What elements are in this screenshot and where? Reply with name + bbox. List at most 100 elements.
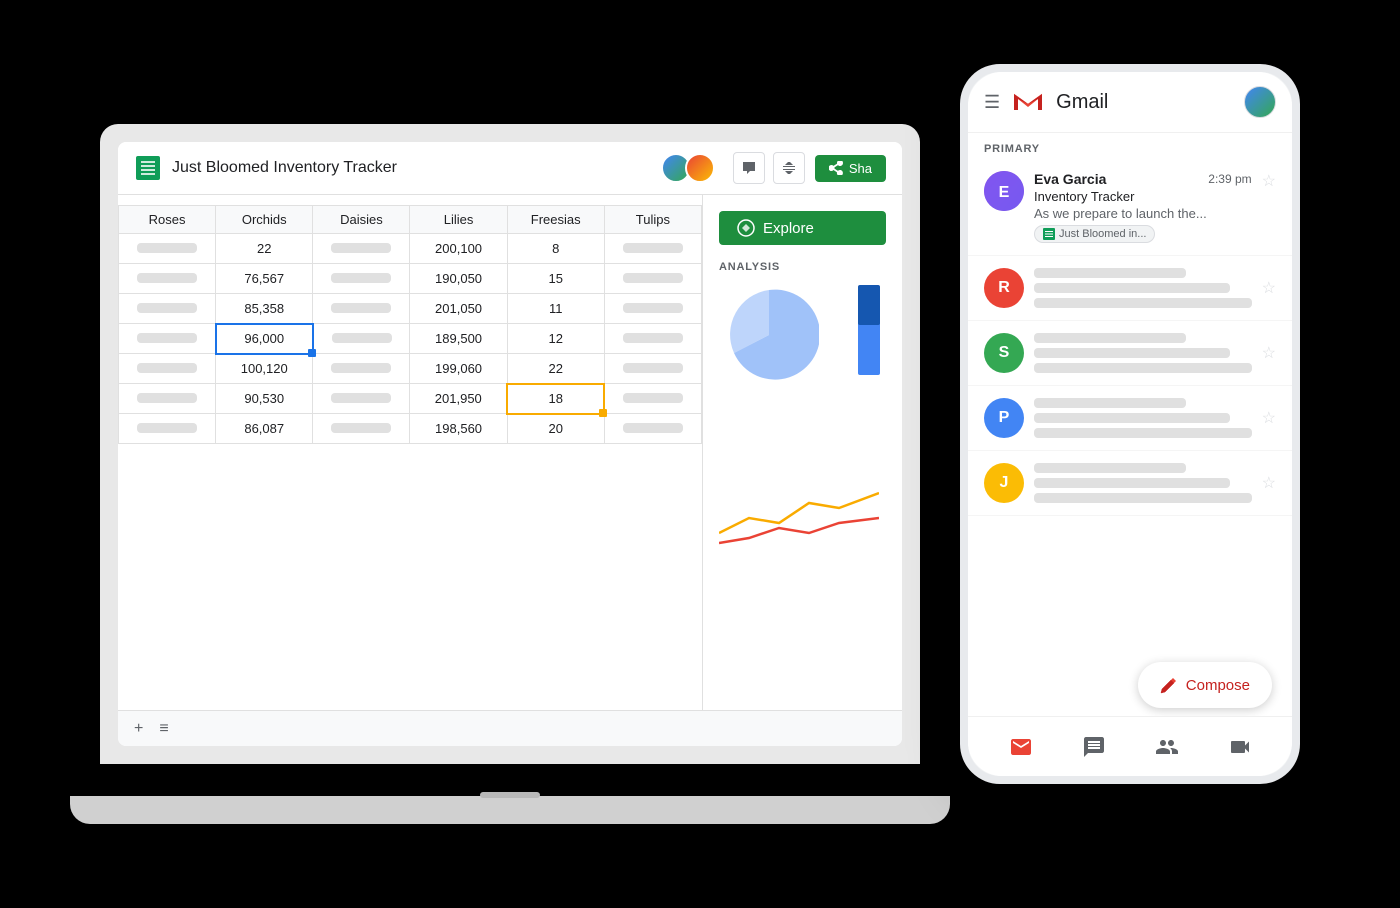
cell[interactable]: 11 xyxy=(507,294,604,324)
cell[interactable] xyxy=(604,324,701,354)
cell[interactable] xyxy=(119,294,216,324)
email-chip[interactable]: Just Bloomed in... xyxy=(1034,225,1155,243)
fill-handle-blue[interactable] xyxy=(308,349,316,357)
sheets-list-icon[interactable]: ≡ xyxy=(159,720,168,738)
nav-video-icon[interactable] xyxy=(1228,735,1252,759)
cell[interactable]: 201,050 xyxy=(410,294,507,324)
col-roses[interactable]: Roses xyxy=(119,206,216,234)
email-preview: As we prepare to launch the... xyxy=(1034,206,1252,221)
compose-button[interactable]: Compose xyxy=(1138,662,1272,708)
cell-selected-blue[interactable]: 96,000 xyxy=(216,324,313,354)
email-row-p[interactable]: P ☆ xyxy=(968,386,1292,451)
move-icon[interactable] xyxy=(773,152,805,184)
col-daisies[interactable]: Daisies xyxy=(313,206,410,234)
cell[interactable] xyxy=(119,324,216,354)
cell[interactable]: 8 xyxy=(507,234,604,264)
table-wrapper: Roses Orchids Daisies Lilies Freesias Tu… xyxy=(118,195,702,454)
cell[interactable] xyxy=(119,384,216,414)
star-icon-p[interactable]: ☆ xyxy=(1262,408,1276,428)
cell[interactable] xyxy=(313,414,410,444)
cell[interactable]: 189,500 xyxy=(410,324,507,354)
phone: ☰ Gmail PRIMARY xyxy=(960,64,1300,784)
cell[interactable] xyxy=(119,414,216,444)
nav-meet-icon[interactable] xyxy=(1155,735,1179,759)
gmail-title: Gmail xyxy=(1056,91,1232,114)
star-icon-eva[interactable]: ☆ xyxy=(1262,171,1276,191)
avatar-j: J xyxy=(984,463,1024,503)
cell[interactable] xyxy=(119,354,216,384)
cell[interactable] xyxy=(119,264,216,294)
share-label: Sha xyxy=(849,161,872,176)
col-tulips[interactable]: Tulips xyxy=(604,206,701,234)
cell[interactable] xyxy=(604,414,701,444)
cell[interactable]: 199,060 xyxy=(410,354,507,384)
compose-label: Compose xyxy=(1186,677,1250,694)
col-freesias[interactable]: Freesias xyxy=(507,206,604,234)
nav-chat-icon[interactable] xyxy=(1082,735,1106,759)
cell[interactable]: 190,050 xyxy=(410,264,507,294)
line xyxy=(1034,428,1252,438)
line xyxy=(1034,283,1230,293)
email-item-featured[interactable]: E Eva Garcia 2:39 pm Inventory Tracker A… xyxy=(968,161,1292,256)
cell[interactable]: 201,950 xyxy=(410,384,507,414)
generic-lines-p xyxy=(1034,398,1252,438)
gmail-logo xyxy=(1012,90,1044,114)
fill-handle-yellow[interactable] xyxy=(599,409,607,417)
email-row-s[interactable]: S ☆ xyxy=(968,321,1292,386)
header-row: Roses Orchids Daisies Lilies Freesias Tu… xyxy=(119,206,702,234)
col-lilies[interactable]: Lilies xyxy=(410,206,507,234)
star-icon-j[interactable]: ☆ xyxy=(1262,473,1276,493)
toolbar-icons xyxy=(733,152,805,184)
cell-selected-yellow[interactable]: 18 xyxy=(507,384,604,414)
email-row-r[interactable]: R ☆ xyxy=(968,256,1292,321)
cell[interactable] xyxy=(313,294,410,324)
generic-lines-j xyxy=(1034,463,1252,503)
cell[interactable]: 200,100 xyxy=(410,234,507,264)
cell[interactable]: 100,120 xyxy=(216,354,313,384)
cell[interactable]: 76,567 xyxy=(216,264,313,294)
user-avatar[interactable] xyxy=(1244,86,1276,118)
cell[interactable] xyxy=(604,234,701,264)
add-sheet-icon[interactable]: + xyxy=(134,720,143,738)
cell[interactable]: 86,087 xyxy=(216,414,313,444)
line xyxy=(1034,478,1230,488)
share-button[interactable]: Sha xyxy=(815,155,886,182)
cell[interactable] xyxy=(604,384,701,414)
cell[interactable] xyxy=(313,384,410,414)
cell[interactable]: 90,530 xyxy=(216,384,313,414)
cell[interactable]: 22 xyxy=(507,354,604,384)
cell[interactable] xyxy=(313,234,410,264)
star-icon-r[interactable]: ☆ xyxy=(1262,278,1276,298)
avatar-2 xyxy=(685,153,715,183)
pie-chart xyxy=(719,285,819,385)
email-row-j[interactable]: J ☆ xyxy=(968,451,1292,516)
line xyxy=(1034,398,1186,408)
col-orchids[interactable]: Orchids xyxy=(216,206,313,234)
cell[interactable] xyxy=(313,354,410,384)
laptop-screen: Just Bloomed Inventory Tracker xyxy=(118,142,902,746)
cell[interactable] xyxy=(604,264,701,294)
cell[interactable]: 198,560 xyxy=(410,414,507,444)
cell[interactable] xyxy=(604,354,701,384)
cell[interactable]: 20 xyxy=(507,414,604,444)
cell[interactable] xyxy=(119,234,216,264)
explore-button[interactable]: Explore xyxy=(719,211,886,245)
star-icon-s[interactable]: ☆ xyxy=(1262,343,1276,363)
primary-label: PRIMARY xyxy=(968,133,1292,161)
table-row: 22 200,100 8 xyxy=(119,234,702,264)
cell[interactable]: 15 xyxy=(507,264,604,294)
cell[interactable]: 12 xyxy=(507,324,604,354)
cell[interactable]: 85,358 xyxy=(216,294,313,324)
line xyxy=(1034,493,1252,503)
cell[interactable]: 22 xyxy=(216,234,313,264)
cell[interactable] xyxy=(604,294,701,324)
cell[interactable] xyxy=(313,324,410,354)
nav-mail-icon[interactable] xyxy=(1009,735,1033,759)
hamburger-icon[interactable]: ☰ xyxy=(984,92,1000,113)
comment-icon[interactable] xyxy=(733,152,765,184)
cell[interactable] xyxy=(313,264,410,294)
sheets-title: Just Bloomed Inventory Tracker xyxy=(172,159,651,177)
email-sender-row: Eva Garcia 2:39 pm xyxy=(1034,171,1252,187)
line xyxy=(1034,348,1230,358)
spreadsheet[interactable]: Roses Orchids Daisies Lilies Freesias Tu… xyxy=(118,195,702,745)
